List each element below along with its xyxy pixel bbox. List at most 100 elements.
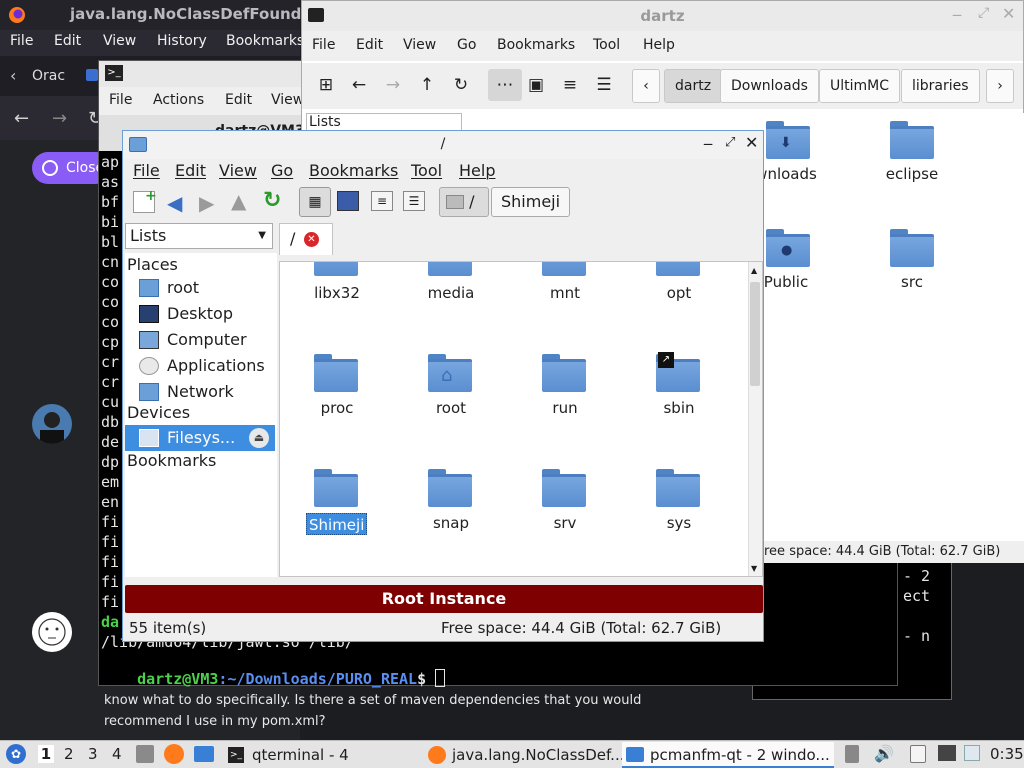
breadcrumb-downloads[interactable]: Downloads <box>720 69 819 103</box>
folder-icon[interactable] <box>656 262 700 276</box>
icon-view-icon[interactable]: ▦ <box>299 187 331 217</box>
crumb-scroll-right[interactable]: › <box>986 69 1014 103</box>
thumbnail-view-icon[interactable] <box>337 191 359 211</box>
terminal-menu-view[interactable]: View <box>271 92 304 108</box>
desktop-switch-2[interactable]: 2 <box>64 745 74 763</box>
scrollbar-thumb[interactable] <box>750 282 760 386</box>
folder-icon[interactable] <box>314 354 358 392</box>
back-icon[interactable]: ← <box>347 73 371 97</box>
folder-icon[interactable] <box>428 469 472 507</box>
network-icon[interactable] <box>938 745 956 761</box>
back-icon[interactable]: ◀ <box>167 191 182 215</box>
task-qterminal[interactable]: >_ qterminal - 4 windows <box>224 742 416 768</box>
browser-menu-bookmarks[interactable]: Bookmarks <box>226 33 304 49</box>
browser-menu-view[interactable]: View <box>103 33 136 49</box>
start-menu-icon[interactable]: ✿ <box>6 744 26 764</box>
breadcrumb-libraries[interactable]: libraries <box>901 69 980 103</box>
folder-icon[interactable] <box>428 262 472 276</box>
folder-label[interactable]: mnt <box>510 284 620 302</box>
avatar[interactable] <box>32 404 72 444</box>
folder-label[interactable]: srv <box>510 514 620 532</box>
folder-label-selected[interactable]: Shimeji <box>306 513 368 535</box>
tab-root[interactable]: / ✕ <box>279 223 333 255</box>
terminal-prompt[interactable]: dartz@VM3:~/Downloads/PURO_REAL$ <box>101 651 446 706</box>
scroll-up-icon[interactable]: ▲ <box>751 266 757 275</box>
task-firefox[interactable]: java.lang.NoClassDef... <box>424 742 625 768</box>
back-icon[interactable]: ← <box>14 108 29 129</box>
fm-front-side-select[interactable]: Lists ▼ <box>125 223 273 249</box>
clock[interactable]: 0:35 <box>990 745 1024 763</box>
fm-front-menu-edit[interactable]: Edit <box>175 161 206 180</box>
folder-icon[interactable] <box>542 354 586 392</box>
new-window-icon[interactable]: + <box>133 188 157 213</box>
folder-icon[interactable] <box>542 262 586 276</box>
sidebar-item-applications[interactable]: Applications <box>125 353 275 379</box>
maximize-icon[interactable]: ⤢ <box>978 5 989 21</box>
volume-icon[interactable]: 🔊 <box>874 744 894 763</box>
path-crumb-shimeji[interactable]: Shimeji <box>491 187 571 217</box>
terminal-menu-file[interactable]: File <box>109 92 132 108</box>
fm-back-menu-view[interactable]: View <box>403 37 436 53</box>
sidebar-item-desktop[interactable]: Desktop <box>125 301 275 327</box>
chevron-left-icon[interactable]: ‹ <box>10 66 16 85</box>
terminal-menu-actions[interactable]: Actions <box>153 92 204 108</box>
terminal-menu-edit[interactable]: Edit <box>225 92 252 108</box>
folder-icon[interactable] <box>656 469 700 507</box>
fm-front-menu-go[interactable]: Go <box>271 161 293 180</box>
task-pcmanfm[interactable]: pcmanfm-qt - 2 windo... <box>622 742 834 768</box>
fm-front-menu-file[interactable]: File <box>133 161 160 180</box>
folder-label[interactable]: sys <box>624 514 734 532</box>
folder-label[interactable]: media <box>396 284 506 302</box>
folder-icon[interactable] <box>890 229 934 267</box>
breadcrumb-dartz[interactable]: dartz <box>664 69 723 103</box>
folder-icon[interactable] <box>314 469 358 507</box>
clipboard-icon[interactable] <box>910 745 926 763</box>
folder-label[interactable]: root <box>396 399 506 417</box>
minimize-icon[interactable]: ‒ <box>952 5 962 24</box>
fm-back-menu-tool[interactable]: Tool <box>593 37 620 53</box>
eject-icon[interactable]: ⏏ <box>249 428 269 448</box>
forward-icon[interactable]: → <box>52 108 67 129</box>
browser-menu-history[interactable]: History <box>157 33 207 49</box>
minimize-icon[interactable]: ‒ <box>703 134 713 153</box>
fm-front-menu-bookmarks[interactable]: Bookmarks <box>309 161 398 180</box>
folder-icon[interactable]: ⌂ <box>428 354 472 392</box>
firefox-launcher-icon[interactable] <box>164 744 184 764</box>
detail-view-icon[interactable]: ☰ <box>592 73 616 97</box>
fm-back-menu-go[interactable]: Go <box>457 37 476 53</box>
up-icon[interactable]: ▲ <box>231 189 246 213</box>
update-icon[interactable] <box>964 745 980 761</box>
folder-icon[interactable] <box>314 262 358 276</box>
detail-view-icon[interactable]: ☰ <box>403 191 425 211</box>
usb-icon[interactable] <box>845 745 859 763</box>
folder-icon[interactable] <box>542 469 586 507</box>
close-icon[interactable]: ✕ <box>745 133 758 152</box>
desktop-switch-4[interactable]: 4 <box>112 745 122 763</box>
compact-view-icon[interactable]: ≡ <box>558 73 582 97</box>
avatar[interactable] <box>32 612 72 652</box>
folder-label[interactable]: sbin <box>624 399 734 417</box>
breadcrumb-ultimmc[interactable]: UltimMC <box>819 69 901 103</box>
sidebar-item-filesystem[interactable]: Filesys... ⏏ <box>125 425 275 451</box>
folder-icon[interactable] <box>890 121 934 159</box>
path-root-button[interactable]: / <box>439 187 489 217</box>
fm-front-menu-view[interactable]: View <box>219 161 257 180</box>
folder-label[interactable]: opt <box>624 284 734 302</box>
fm-back-menu-bookmarks[interactable]: Bookmarks <box>497 37 575 53</box>
fm-front-menu-tool[interactable]: Tool <box>411 161 442 180</box>
browser-tab[interactable]: Orac <box>32 68 65 84</box>
thumbnail-view-icon[interactable]: ▣ <box>524 73 548 97</box>
reload-icon[interactable]: ↻ <box>263 188 281 213</box>
crumb-scroll-left[interactable]: ‹ <box>632 69 660 103</box>
up-icon[interactable]: ↑ <box>415 73 439 97</box>
browser-menu-file[interactable]: File <box>10 33 33 49</box>
file-manager-launcher-icon[interactable] <box>136 745 154 763</box>
new-window-icon[interactable]: ⊞ <box>314 73 338 97</box>
desktop-launcher-icon[interactable] <box>194 746 214 762</box>
tab-close-icon[interactable]: ✕ <box>304 232 319 247</box>
fm-back-menu-help[interactable]: Help <box>643 37 675 53</box>
folder-label[interactable]: snap <box>396 514 506 532</box>
maximize-icon[interactable]: ⤢ <box>725 135 735 150</box>
folder-label[interactable]: proc <box>282 399 392 417</box>
folder-label[interactable]: libx32 <box>282 284 392 302</box>
